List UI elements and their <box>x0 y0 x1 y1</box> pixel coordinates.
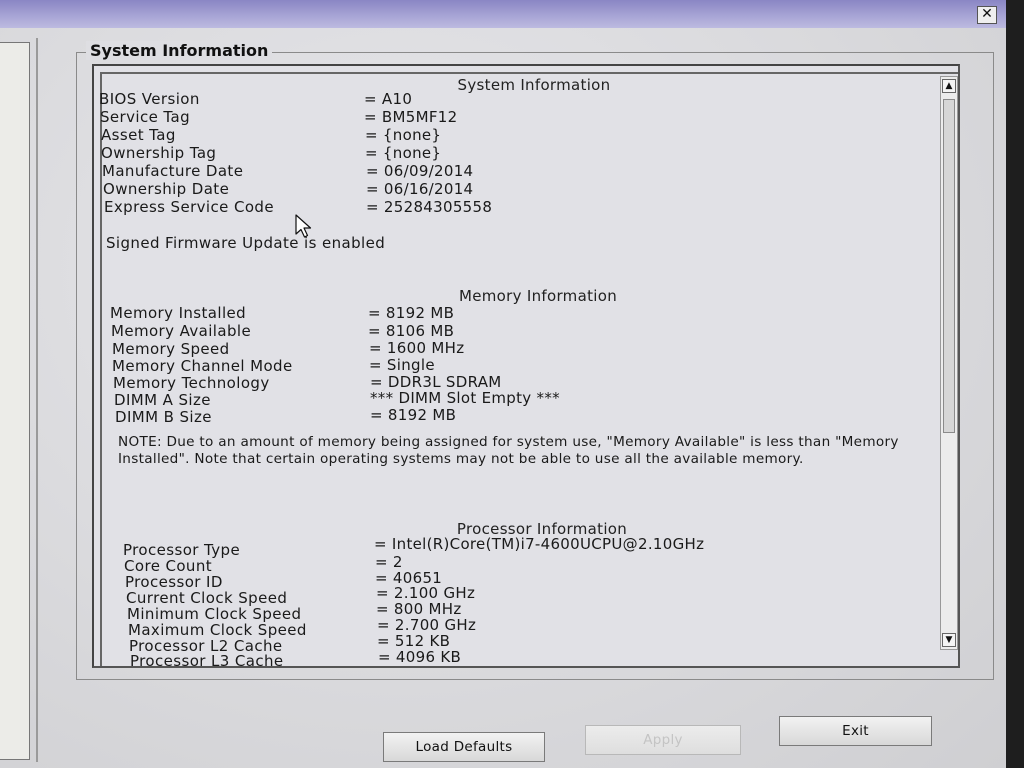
row-value-processor-l3-cache: = 4096 KB <box>378 648 462 666</box>
row-value-dimm-a-size: *** DIMM Slot Empty *** <box>370 389 560 407</box>
close-button[interactable]: ✕ <box>977 6 997 24</box>
title-bar: ✕ <box>0 0 1006 28</box>
row-label-service-tag: Service Tag <box>100 108 190 126</box>
memory-note: NOTE: Due to an amount of memory being a… <box>118 434 899 467</box>
row-label-bios-version: BIOS Version <box>99 90 200 108</box>
info-panel: System Information BIOS Version = A10 Se… <box>92 64 960 668</box>
bios-window: ✕ System Information System Information … <box>0 0 1006 768</box>
row-value-manufacture-date: = 06/09/2014 <box>366 162 474 180</box>
row-label-asset-tag: Asset Tag <box>101 126 176 144</box>
group-title: System Information <box>86 41 273 60</box>
scroll-up-icon: ▲ <box>945 81 953 91</box>
monitor-bezel <box>1006 0 1024 768</box>
row-label-memory-installed: Memory Installed <box>110 304 247 322</box>
row-value-memory-channel-mode: = Single <box>369 356 435 374</box>
row-value-memory-available: = 8106 MB <box>368 322 455 340</box>
row-label-express-service-code: Express Service Code <box>104 198 274 216</box>
firmware-update-status: Signed Firmware Update is enabled <box>106 234 386 252</box>
memory-section-title: Memory Information <box>459 287 617 305</box>
row-label-memory-speed: Memory Speed <box>112 340 230 358</box>
row-label-manufacture-date: Manufacture Date <box>102 162 244 180</box>
row-label-dimm-b-size: DIMM B Size <box>115 408 212 426</box>
row-value-processor-type: = Intel(R)Core(TM)i7-4600UCPU@2.10GHz <box>374 535 705 553</box>
scroll-down-icon: ▼ <box>945 635 953 645</box>
exit-button[interactable]: Exit <box>779 716 932 746</box>
row-value-service-tag: = BM5MF12 <box>364 108 458 126</box>
vertical-scrollbar[interactable]: ▲ ▼ <box>940 76 958 650</box>
row-label-dimm-a-size: DIMM A Size <box>114 391 211 409</box>
row-label-memory-technology: Memory Technology <box>113 374 270 392</box>
row-value-asset-tag: = {none} <box>365 126 442 144</box>
apply-button: Apply <box>585 725 741 755</box>
row-value-memory-installed: = 8192 MB <box>368 304 455 322</box>
row-label-ownership-date: Ownership Date <box>103 180 230 198</box>
row-value-ownership-date: = 06/16/2014 <box>366 180 474 198</box>
row-label-processor-l3-cache: Processor L3 Cache <box>130 652 284 668</box>
row-label-memory-channel-mode: Memory Channel Mode <box>112 357 293 375</box>
row-value-ownership-tag: = {none} <box>365 144 442 162</box>
row-label-ownership-tag: Ownership Tag <box>101 144 217 162</box>
row-value-memory-speed: = 1600 MHz <box>369 339 465 357</box>
scroll-up-button[interactable]: ▲ <box>942 79 956 93</box>
navigation-pane[interactable] <box>0 42 30 760</box>
scroll-down-button[interactable]: ▼ <box>942 633 956 647</box>
row-value-bios-version: = A10 <box>364 90 413 108</box>
load-defaults-button[interactable]: Load Defaults <box>383 732 545 762</box>
close-icon: ✕ <box>981 6 993 22</box>
row-value-dimm-b-size: = 8192 MB <box>370 406 457 424</box>
mouse-pointer-icon <box>295 214 312 238</box>
scrollbar-thumb[interactable] <box>943 99 955 433</box>
row-value-express-service-code: = 25284305558 <box>366 198 493 216</box>
row-label-memory-available: Memory Available <box>111 322 252 340</box>
system-section-title: System Information <box>457 76 611 94</box>
